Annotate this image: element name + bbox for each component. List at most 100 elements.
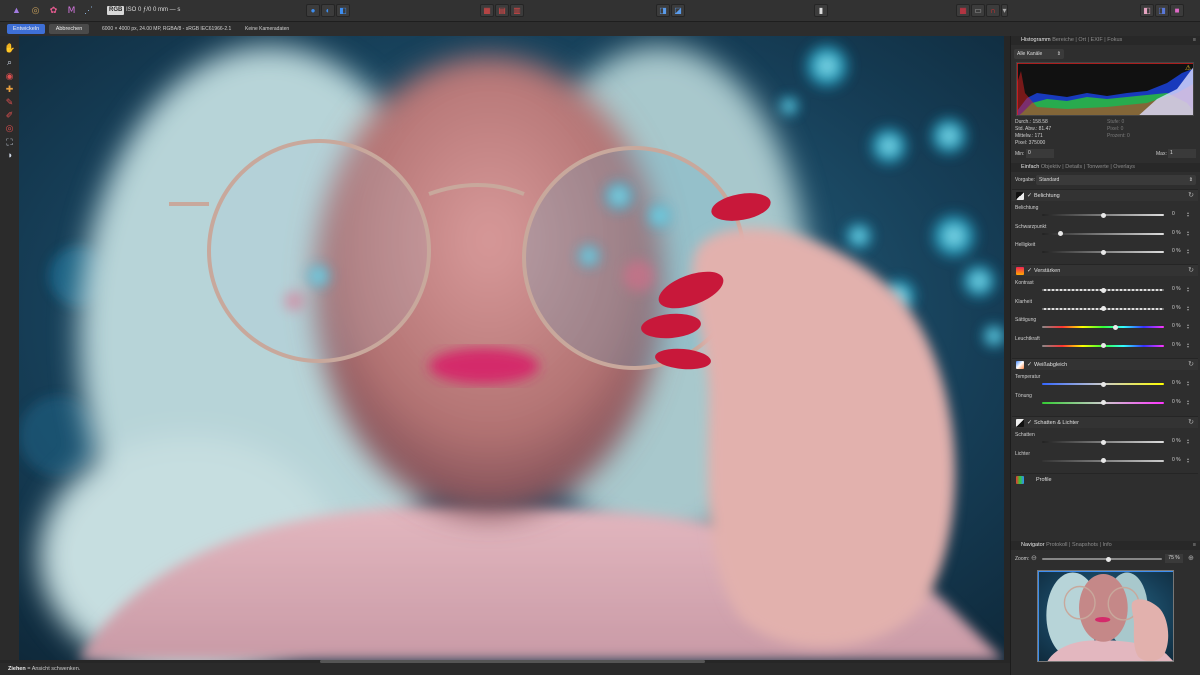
crop-tool-icon[interactable]: ⛶ xyxy=(4,137,15,148)
shadows-highlights-checkbox[interactable]: ✓ xyxy=(1027,419,1032,426)
stepper-icon[interactable]: ▴ ▾ xyxy=(1187,438,1191,445)
reset-icon[interactable]: ↻ xyxy=(1188,418,1194,426)
slider-value[interactable]: 0 % xyxy=(1172,399,1181,405)
magnet-icon[interactable]: ∩ xyxy=(986,4,1000,17)
slider-track[interactable] xyxy=(1042,343,1164,348)
red-eye-tool-icon[interactable]: ◉ xyxy=(4,71,15,82)
panel-menu-icon[interactable]: ≡ xyxy=(1193,36,1196,45)
tab-info[interactable]: Info xyxy=(1102,542,1111,548)
chevron-down-icon[interactable]: ▾ xyxy=(1001,4,1008,17)
zoom-out-icon[interactable]: ⊖ xyxy=(1031,554,1037,562)
layers-panel-icon[interactable]: ◨ xyxy=(1155,4,1169,17)
stepper-icon[interactable]: ▴ ▾ xyxy=(1187,286,1191,293)
slider-knob[interactable] xyxy=(1100,249,1106,255)
enhance-checkbox[interactable]: ✓ xyxy=(1027,267,1032,274)
slider-knob[interactable] xyxy=(1100,212,1106,218)
tab-lens[interactable]: Objektiv xyxy=(1041,164,1061,170)
slider-track[interactable] xyxy=(1042,212,1164,218)
slider-value[interactable]: 0 % xyxy=(1172,286,1181,292)
slider-track[interactable] xyxy=(1042,231,1164,236)
zoom-field[interactable]: 75 % xyxy=(1165,554,1183,563)
slider-track[interactable] xyxy=(1042,400,1164,405)
stepper-icon[interactable]: ▴ ▾ xyxy=(1187,341,1191,348)
tab-ranges[interactable]: Bereiche xyxy=(1052,37,1074,43)
stepper-icon[interactable]: ▴ ▾ xyxy=(1187,380,1191,387)
slider-value[interactable]: 0 % xyxy=(1172,323,1181,329)
channel-select[interactable]: Alle Kanäle ⇕ xyxy=(1014,49,1064,59)
tab-details[interactable]: Details xyxy=(1065,164,1082,170)
slider-knob[interactable] xyxy=(1112,324,1118,330)
flashlight-icon[interactable]: ▮ xyxy=(814,4,828,17)
single-view-icon[interactable]: ● xyxy=(306,4,320,17)
slider-knob[interactable] xyxy=(1100,439,1106,445)
tab-history[interactable]: Protokoll xyxy=(1046,542,1067,548)
tab-overlays[interactable]: Overlays xyxy=(1113,164,1135,170)
slider-value[interactable]: 0 % xyxy=(1172,342,1181,348)
slider-value[interactable]: 0 % xyxy=(1172,457,1181,463)
slider-value[interactable]: 0 % xyxy=(1172,380,1181,386)
slider-knob[interactable] xyxy=(1100,400,1106,405)
white-balance-checkbox[interactable]: ✓ xyxy=(1027,361,1032,368)
max-field[interactable]: 1 xyxy=(1168,149,1196,158)
color-panel-icon[interactable]: ◧ xyxy=(1140,4,1154,17)
slider-value[interactable]: 0 % xyxy=(1172,438,1181,444)
reset-icon[interactable]: ↻ xyxy=(1188,266,1194,274)
tab-navigator[interactable]: Navigator xyxy=(1021,542,1045,548)
toggle-icon[interactable]: ▭ xyxy=(971,4,985,17)
slider-value[interactable]: 0 % xyxy=(1172,305,1181,311)
zoom-tool-icon[interactable]: ⌕ xyxy=(4,57,15,68)
swatches-panel-icon[interactable]: ■ xyxy=(1170,4,1184,17)
slider-knob[interactable] xyxy=(1100,343,1106,348)
slider-track[interactable] xyxy=(1042,381,1164,387)
section-profiles[interactable]: Profile xyxy=(1012,473,1198,485)
hand-tool-icon[interactable]: ✋ xyxy=(4,43,15,54)
before-icon[interactable]: ◨ xyxy=(656,4,670,17)
reset-icon[interactable]: ↻ xyxy=(1188,191,1194,199)
clip-shadows-icon[interactable]: ▥ xyxy=(510,4,524,17)
mirror-view-icon[interactable]: ◧ xyxy=(336,4,350,17)
tab-tones[interactable]: Tonwerte xyxy=(1086,164,1108,170)
stepper-icon[interactable]: ▴ ▾ xyxy=(1187,323,1191,330)
slider-value[interactable]: 0 % xyxy=(1172,248,1181,254)
section-white-balance[interactable]: ✓ Weißabgleich ↻ xyxy=(1012,358,1198,370)
slider-track[interactable] xyxy=(1042,306,1164,311)
tab-snapshots[interactable]: Snapshots xyxy=(1072,542,1098,548)
slider-value[interactable]: 0 xyxy=(1172,211,1175,217)
overlay-erase-icon[interactable]: ✐ xyxy=(4,110,15,121)
section-shadows-highlights[interactable]: ✓ Schatten & Lichter ↻ xyxy=(1012,416,1198,428)
navigator-thumbnail[interactable] xyxy=(1037,570,1174,662)
tab-basic[interactable]: Einfach xyxy=(1021,164,1039,170)
slider-knob[interactable] xyxy=(1057,231,1063,236)
liquify-persona-icon[interactable]: ◎ xyxy=(29,4,42,17)
grid-icon[interactable]: ▦ xyxy=(956,4,970,17)
slider-knob[interactable] xyxy=(1100,306,1106,311)
gradient-overlay-icon[interactable]: ◎ xyxy=(4,123,15,134)
exposure-checkbox[interactable]: ✓ xyxy=(1027,192,1032,199)
min-field[interactable]: 0 xyxy=(1026,149,1054,158)
cancel-button[interactable]: Abbrechen xyxy=(49,24,89,34)
stepper-icon[interactable]: ▴ ▾ xyxy=(1187,229,1191,236)
tab-focus[interactable]: Fokus xyxy=(1107,37,1122,43)
photo-canvas[interactable] xyxy=(19,36,1004,660)
tab-histogram[interactable]: Histogramm xyxy=(1021,37,1051,43)
slider-track[interactable] xyxy=(1042,249,1164,255)
develop-persona-icon[interactable]: ✿ xyxy=(47,4,60,17)
split-view-icon[interactable]: ◐ xyxy=(321,4,335,17)
slider-track[interactable] xyxy=(1042,324,1164,330)
slider-value[interactable]: 0 % xyxy=(1172,230,1181,236)
section-enhance[interactable]: ✓ Verstärken ↻ xyxy=(1012,264,1198,276)
clip-midtones-icon[interactable]: ▤ xyxy=(495,4,509,17)
stepper-icon[interactable]: ▴ ▾ xyxy=(1187,211,1191,218)
after-icon[interactable]: ◪ xyxy=(671,4,685,17)
slider-knob[interactable] xyxy=(1100,381,1106,387)
blemish-tool-icon[interactable]: ✚ xyxy=(4,84,15,95)
slider-track[interactable] xyxy=(1042,439,1164,445)
white-balance-tool-icon[interactable]: ◑ xyxy=(4,150,15,161)
tab-exif[interactable]: EXIF xyxy=(1091,37,1103,43)
stepper-icon[interactable]: ▴ ▾ xyxy=(1187,304,1191,311)
zoom-in-icon[interactable]: ⊕ xyxy=(1188,554,1194,562)
slider-knob[interactable] xyxy=(1100,458,1106,463)
reset-icon[interactable]: ↻ xyxy=(1188,360,1194,368)
photo-persona-icon[interactable]: ▲ xyxy=(10,4,23,17)
tone-mapping-persona-icon[interactable]: Ⅿ xyxy=(65,4,78,17)
